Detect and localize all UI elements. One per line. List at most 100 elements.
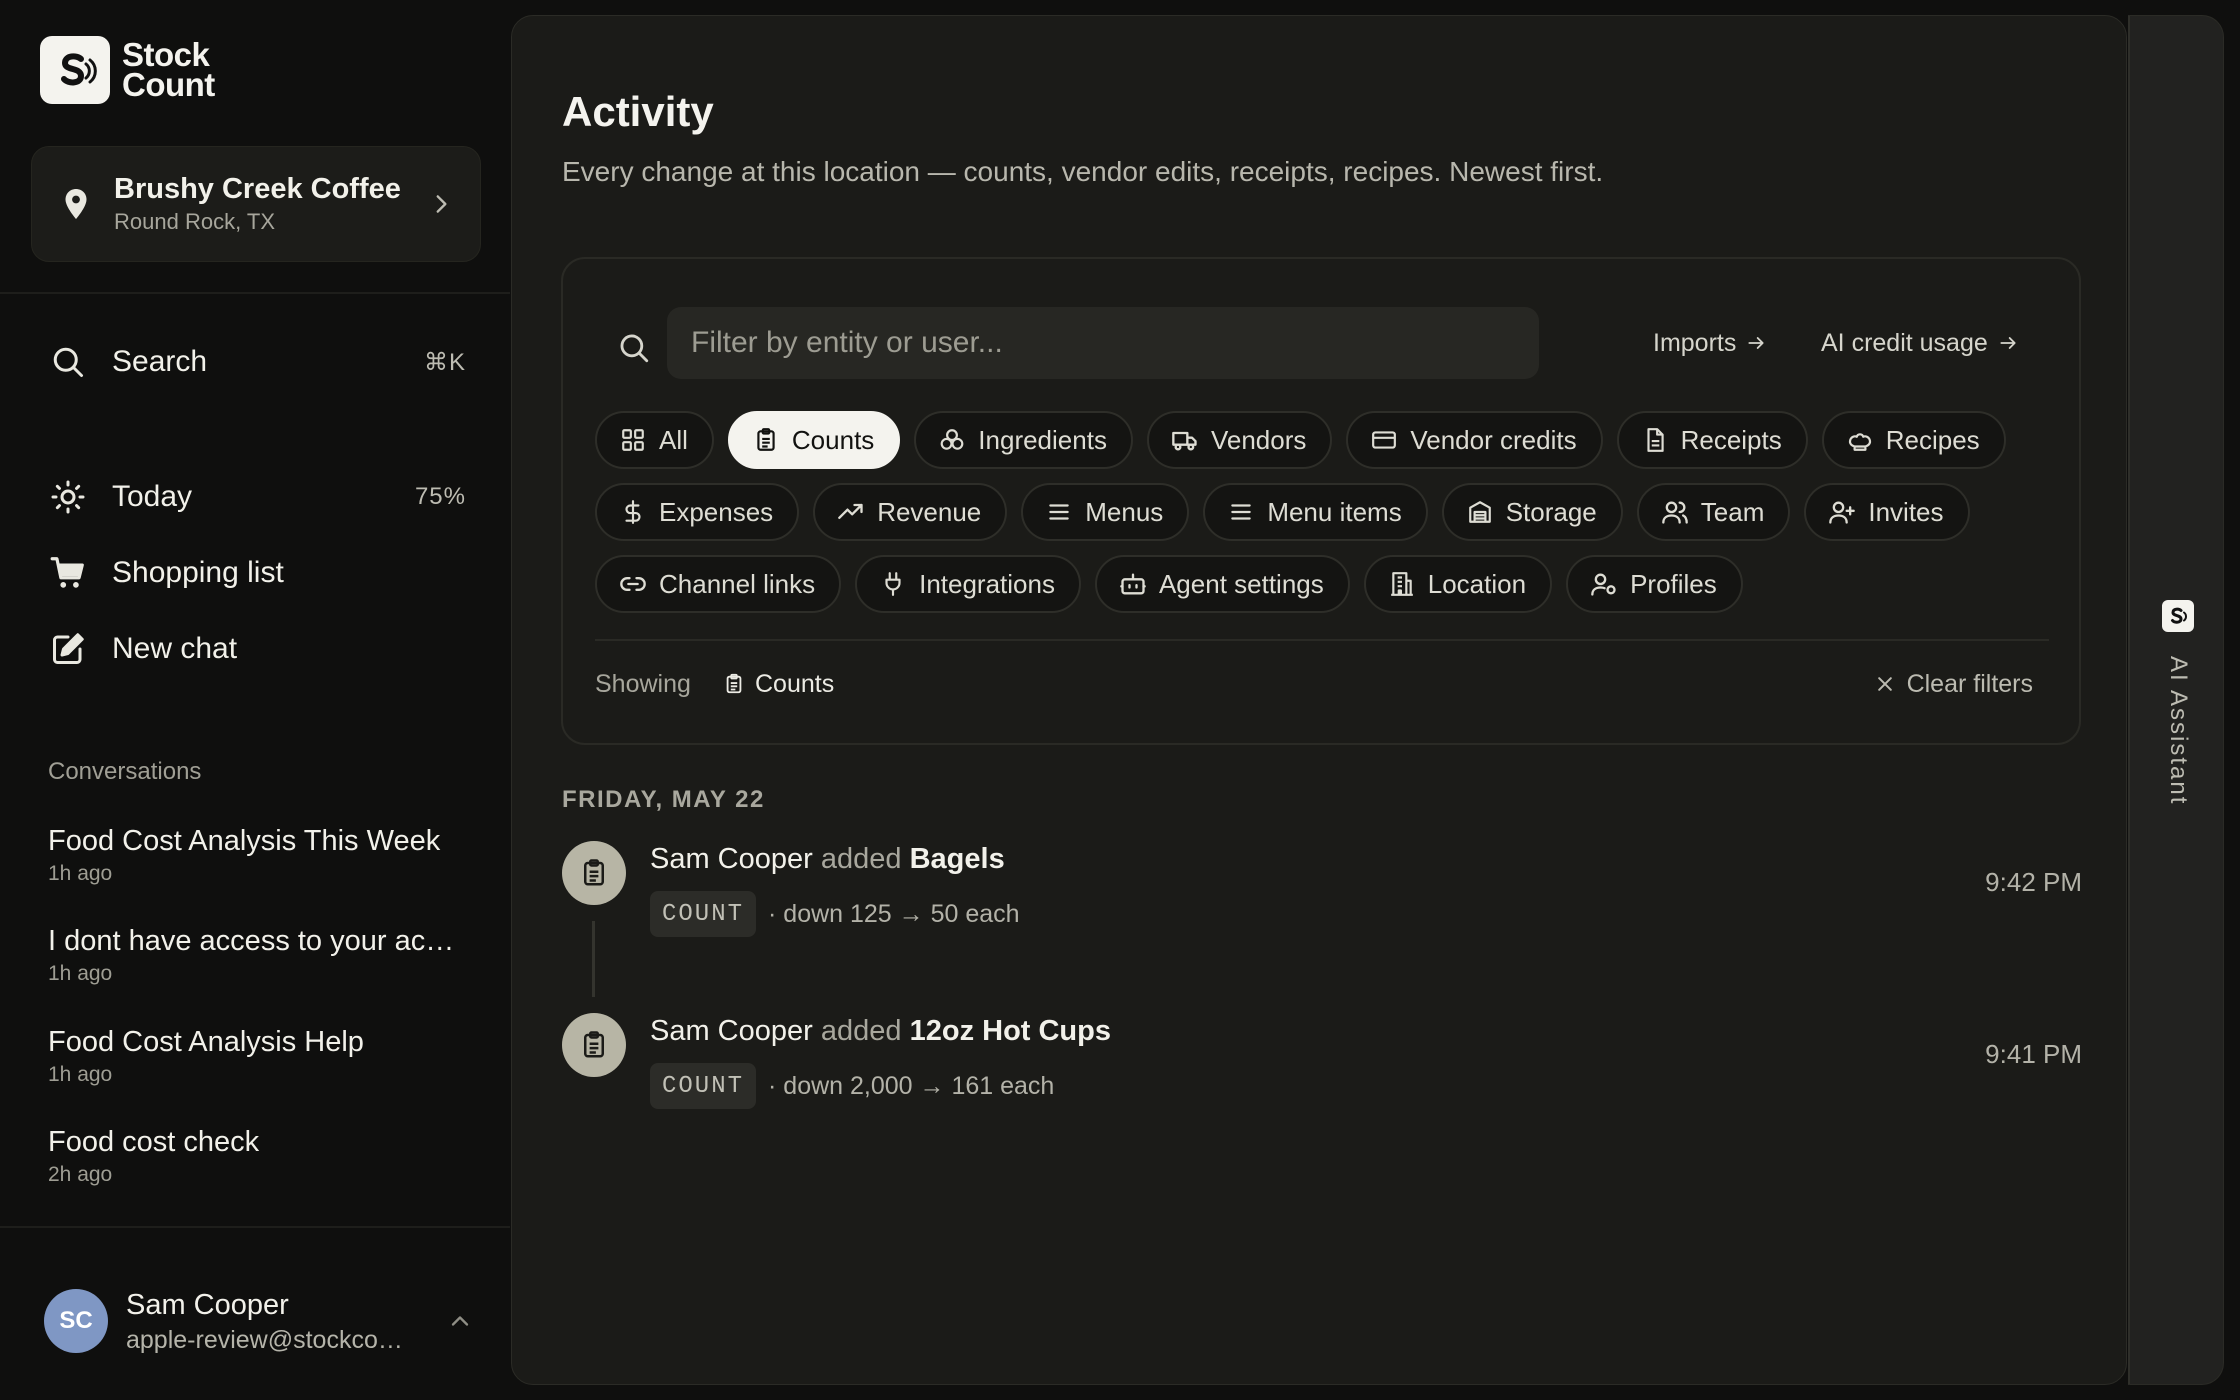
conversation-time: 1h ago <box>48 1063 113 1086</box>
conversation-time: 1h ago <box>48 962 113 985</box>
activity-user: Sam Cooper <box>650 1015 813 1047</box>
dollar-icon <box>619 498 647 526</box>
chip-menu-items[interactable]: Menu items <box>1203 483 1428 541</box>
conversation-title: Food Cost Analysis This Week <box>48 825 441 857</box>
sidebar-divider <box>0 1226 510 1228</box>
chip-vendor-credits[interactable]: Vendor credits <box>1346 411 1603 469</box>
showing-label: Showing <box>595 669 691 698</box>
chevron-up-icon[interactable] <box>446 1307 474 1335</box>
location-switcher[interactable]: Brushy Creek Coffee Round Rock, TX <box>31 146 481 262</box>
sidebar: Stock Count Brushy Creek Coffee Round Ro… <box>0 0 510 1400</box>
user-email: apple-review@stockcount.app <box>126 1326 416 1354</box>
list-icon <box>1227 498 1255 526</box>
user-name: Sam Cooper <box>126 1289 289 1321</box>
chip-recipes[interactable]: Recipes <box>1821 411 2006 469</box>
activity-row[interactable]: Sam Cooper added 12oz Hot Cups COUNT · d… <box>562 1001 2082 1111</box>
filter-input[interactable] <box>667 307 1539 379</box>
filter-divider <box>595 639 2049 641</box>
chip-channel-links[interactable]: Channel links <box>595 555 842 613</box>
keyboard-shortcut: ⌘K <box>423 348 466 376</box>
chip-ingredients[interactable]: Ingredients <box>914 411 1133 469</box>
user-plus-icon <box>1828 498 1856 526</box>
activity-type-badge: COUNT <box>650 1063 757 1109</box>
ai-credit-link-label: AI credit usage <box>1821 328 1988 357</box>
conversation-item[interactable]: Food Cost Analysis Help 1h ago <box>48 1023 478 1089</box>
brand-logo[interactable]: Stock Count <box>40 36 215 104</box>
page-subtitle: Every change at this location — counts, … <box>562 156 1604 187</box>
grid-icon <box>619 426 647 454</box>
active-filter-tag: Counts <box>723 659 834 709</box>
sidebar-item-today[interactable]: Today 75% <box>48 469 466 525</box>
conversation-title: Food cost check <box>48 1126 260 1158</box>
chip-invites[interactable]: Invites <box>1804 483 1970 541</box>
active-filter-label: Counts <box>755 669 835 698</box>
sidebar-item-label: New chat <box>112 632 238 665</box>
robot-icon <box>1119 570 1147 598</box>
conversation-item[interactable]: Food cost check 2h ago <box>48 1123 478 1189</box>
list-icon <box>1045 498 1073 526</box>
activity-time: 9:42 PM <box>1985 867 2082 897</box>
clear-filters-button[interactable]: Clear filters <box>1875 659 2033 709</box>
chip-agent-settings[interactable]: Agent settings <box>1094 555 1350 613</box>
conversation-item[interactable]: Food Cost Analysis This Week 1h ago <box>48 822 478 888</box>
activity-time: 9:41 PM <box>1985 1039 2082 1069</box>
chip-storage[interactable]: Storage <box>1441 483 1623 541</box>
credit-card-icon <box>1370 426 1398 454</box>
chip-team[interactable]: Team <box>1636 483 1791 541</box>
activity-detail: · down 125 → 50 each <box>768 899 1020 928</box>
location-name: Brushy Creek Coffee <box>114 173 401 205</box>
location-city: Round Rock, TX <box>114 209 276 234</box>
activity-summary: Sam Cooper added Bagels <box>650 839 1005 879</box>
building-icon <box>1388 570 1416 598</box>
ai-assistant-toggle[interactable]: AI Assistant <box>2128 15 2224 1385</box>
sidebar-item-shopping-list[interactable]: Shopping list <box>48 545 466 601</box>
brand-name: Stock Count <box>122 36 215 103</box>
chip-menus[interactable]: Menus <box>1021 483 1190 541</box>
chip-expenses[interactable]: Expenses <box>595 483 800 541</box>
ai-credit-usage-link[interactable]: AI credit usage <box>1821 319 2018 367</box>
chip-vendors[interactable]: Vendors <box>1146 411 1333 469</box>
user-menu[interactable]: SC Sam Cooper apple-review@stockcount.ap… <box>44 1283 474 1359</box>
sidebar-item-search[interactable]: Search ⌘K <box>48 334 466 390</box>
conversation-item[interactable]: I dont have access to your account 1h ag… <box>48 922 478 988</box>
conversation-time: 1h ago <box>48 862 113 885</box>
chip-revenue[interactable]: Revenue <box>813 483 1008 541</box>
chip-profiles[interactable]: Profiles <box>1566 555 1743 613</box>
date-group-heading: FRIDAY, MAY 22 <box>562 786 765 813</box>
ingredients-icon <box>938 426 966 454</box>
chip-all[interactable]: All <box>595 411 714 469</box>
conversation-title: Food Cost Analysis Help <box>48 1026 364 1058</box>
stockcount-logo-icon <box>40 36 110 104</box>
chip-location[interactable]: Location <box>1363 555 1553 613</box>
conversation-time: 2h ago <box>48 1163 113 1186</box>
activity-entity: 12oz Hot Cups <box>909 1015 1111 1047</box>
page-title: Activity <box>562 88 714 135</box>
sidebar-divider <box>0 292 510 294</box>
plug-icon <box>879 570 907 598</box>
activity-type-badge: COUNT <box>650 891 757 937</box>
chip-integrations[interactable]: Integrations <box>855 555 1081 613</box>
shopping-cart-icon <box>48 553 88 593</box>
chip-receipts[interactable]: Receipts <box>1616 411 1808 469</box>
user-cog-icon <box>1590 570 1618 598</box>
clipboard-icon <box>562 1013 626 1077</box>
conversations-heading: Conversations <box>48 758 202 785</box>
avatar: SC <box>44 1289 108 1353</box>
warehouse-icon <box>1466 498 1494 526</box>
edit-icon <box>48 629 88 669</box>
truck-icon <box>1171 426 1199 454</box>
sidebar-item-label: Shopping list <box>112 556 284 589</box>
activity-row[interactable]: Sam Cooper added Bagels COUNT · down 125… <box>562 829 2082 939</box>
activity-verb: added <box>820 843 902 875</box>
imports-link[interactable]: Imports <box>1653 319 1766 367</box>
users-icon <box>1661 498 1689 526</box>
sidebar-item-new-chat[interactable]: New chat <box>48 621 466 677</box>
arrow-right-icon <box>1998 333 2018 353</box>
chip-counts[interactable]: Counts <box>727 411 901 469</box>
activity-panel: Activity Every change at this location —… <box>511 15 2127 1385</box>
activity-summary: Sam Cooper added 12oz Hot Cups <box>650 1011 1111 1051</box>
clipboard-icon <box>752 426 780 454</box>
document-icon <box>1641 426 1669 454</box>
trend-up-icon <box>837 498 865 526</box>
today-progress-value: 75% <box>414 483 466 510</box>
